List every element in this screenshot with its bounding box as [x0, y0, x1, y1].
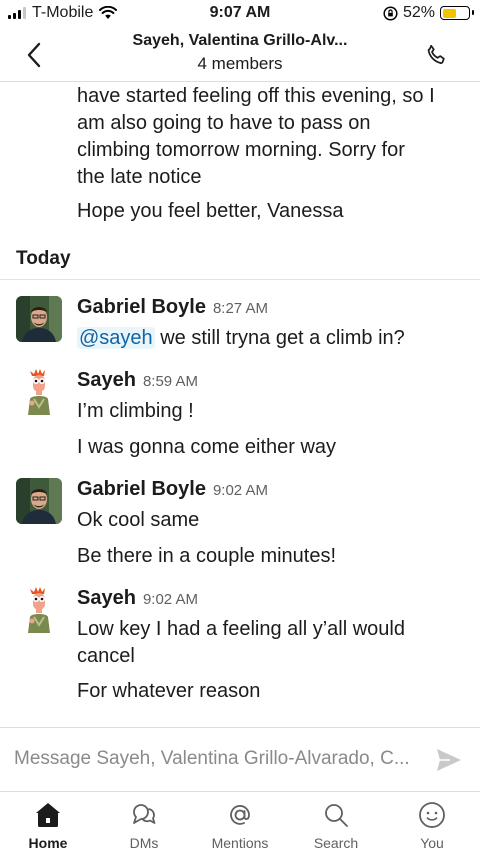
avatar-sayeh[interactable] [16, 369, 62, 415]
tab-search[interactable]: Search [288, 792, 384, 854]
message-text: have started feeling off this evening, s… [77, 85, 435, 107]
call-button[interactable] [424, 42, 452, 70]
battery-icon [440, 6, 474, 20]
tab-bar: Home DMs Mentions Search You [0, 791, 480, 854]
tab-mentions[interactable]: Mentions [192, 792, 288, 854]
send-icon [437, 749, 461, 771]
message-header: Sayeh 9:02 AM [77, 587, 198, 610]
avatar-gabriel-boyle[interactable] [16, 478, 62, 524]
status-bar: T-Mobile 9:07 AM 52% [0, 0, 480, 28]
sender-name[interactable]: Gabriel Boyle [77, 478, 206, 501]
message-text: the late notice [77, 166, 202, 188]
message-text: I was gonna come either way [77, 436, 337, 458]
tab-label: You [420, 835, 444, 851]
tab-label: Mentions [211, 835, 269, 851]
member-count[interactable]: 4 members [80, 54, 400, 74]
tab-dms[interactable]: DMs [96, 792, 192, 854]
battery-percent: 52% [402, 4, 435, 21]
orientation-lock-icon [383, 5, 398, 21]
home-icon [31, 798, 65, 832]
tab-label: Search [313, 835, 359, 851]
message-list[interactable]: have started feeling off this evening, s… [0, 82, 480, 727]
message-text: Be there in a couple minutes! [77, 545, 337, 567]
tab-you[interactable]: You [384, 792, 480, 854]
phone-icon [427, 44, 445, 64]
status-right: 52% [383, 4, 474, 22]
message-text: cancel [77, 645, 135, 667]
message-time: 9:02 AM [142, 591, 198, 608]
avatar-gabriel-boyle[interactable] [16, 296, 62, 342]
message-header: Gabriel Boyle 9:02 AM [77, 478, 268, 501]
message-header: Sayeh 8:59 AM [77, 369, 198, 392]
dms-icon [127, 798, 161, 832]
message-text: climbing tomorrow morning. Sorry for [77, 139, 405, 161]
avatar-image [16, 478, 62, 524]
message-text: am also going to have to pass on [77, 112, 371, 134]
sender-name[interactable]: Sayeh [77, 587, 136, 610]
avatar-image [16, 587, 62, 633]
message-text: Hope you feel better, Vanessa [77, 200, 344, 222]
tab-label: Home [28, 835, 68, 851]
send-button[interactable] [436, 748, 462, 772]
battery-level [442, 8, 456, 18]
sender-name[interactable]: Gabriel Boyle [77, 296, 206, 319]
message-text: @sayeh we still tryna get a climb in? [77, 325, 472, 352]
conversation-title[interactable]: Sayeh, Valentina Grillo-Alv... [80, 32, 400, 50]
message-header: Gabriel Boyle 8:27 AM [77, 296, 268, 319]
you-icon [415, 798, 449, 832]
message-text: Ok cool same [77, 509, 200, 531]
message-text: I’m climbing ! [77, 400, 194, 422]
user-mention[interactable]: @sayeh [77, 327, 155, 349]
message-body: we still tryna get a climb in? [154, 327, 405, 349]
at-icon [223, 798, 257, 832]
avatar-image [16, 296, 62, 342]
tab-label: DMs [129, 835, 159, 851]
channel-header: Sayeh, Valentina Grillo-Alv... 4 members [0, 28, 480, 82]
message-time: 8:27 AM [212, 300, 268, 317]
day-label: Today [16, 248, 71, 269]
chevron-left-icon [27, 42, 41, 68]
sender-name[interactable]: Sayeh [77, 369, 136, 392]
message-input[interactable]: Message Sayeh, Valentina Grillo-Alvarado… [14, 748, 424, 770]
avatar-sayeh[interactable] [16, 587, 62, 633]
message-text: For whatever reason [77, 680, 261, 702]
back-button[interactable] [20, 40, 48, 70]
avatar-image [16, 369, 62, 415]
search-icon [319, 798, 353, 832]
message-text: Low key I had a feeling all y’all would [77, 618, 405, 640]
day-divider: Today [0, 242, 480, 280]
message-time: 9:02 AM [212, 482, 268, 499]
message-composer[interactable]: Message Sayeh, Valentina Grillo-Alvarado… [0, 727, 480, 791]
tab-home[interactable]: Home [0, 792, 96, 854]
message-time: 8:59 AM [142, 373, 198, 390]
